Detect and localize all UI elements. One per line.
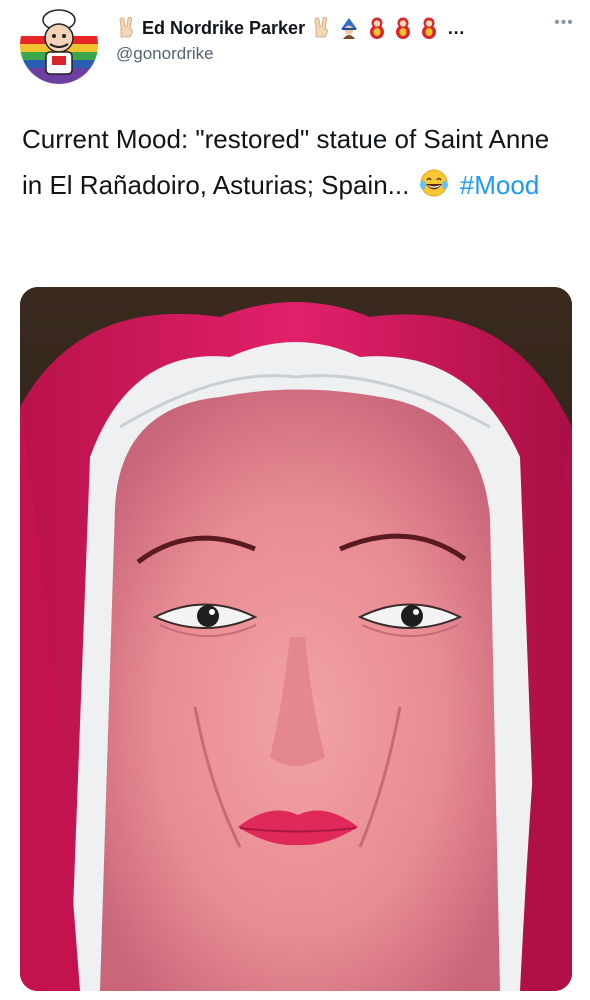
tweet-media[interactable] bbox=[20, 287, 572, 991]
avatar-image bbox=[20, 6, 98, 84]
statue-photo bbox=[20, 287, 572, 991]
tweet-header: Ed Nordrike Parker … @gonordrike ••• bbox=[20, 6, 580, 84]
name-truncation: … bbox=[447, 17, 466, 38]
nesting-doll-icon bbox=[393, 17, 413, 39]
rock-on-hand-icon bbox=[116, 17, 136, 39]
display-name: Ed Nordrike Parker bbox=[142, 17, 306, 38]
display-name-row[interactable]: Ed Nordrike Parker … bbox=[116, 14, 536, 42]
more-options-button[interactable]: ••• bbox=[548, 14, 580, 38]
rock-on-hand-icon bbox=[311, 17, 331, 39]
tweet-text: Current Mood: "restored" statue of Saint… bbox=[22, 116, 570, 208]
avatar[interactable] bbox=[20, 6, 98, 84]
hashtag-link[interactable]: #Mood bbox=[460, 170, 540, 200]
tweet[interactable]: Ed Nordrike Parker … @gonordrike ••• Cur… bbox=[0, 0, 590, 1000]
laughing-with-tears-icon bbox=[419, 166, 449, 197]
author-names: Ed Nordrike Parker … @gonordrike bbox=[116, 14, 536, 64]
author-handle[interactable]: @gonordrike bbox=[116, 44, 536, 64]
nesting-doll-icon bbox=[419, 17, 439, 39]
mage-icon bbox=[337, 17, 361, 39]
nesting-doll-icon bbox=[367, 17, 387, 39]
